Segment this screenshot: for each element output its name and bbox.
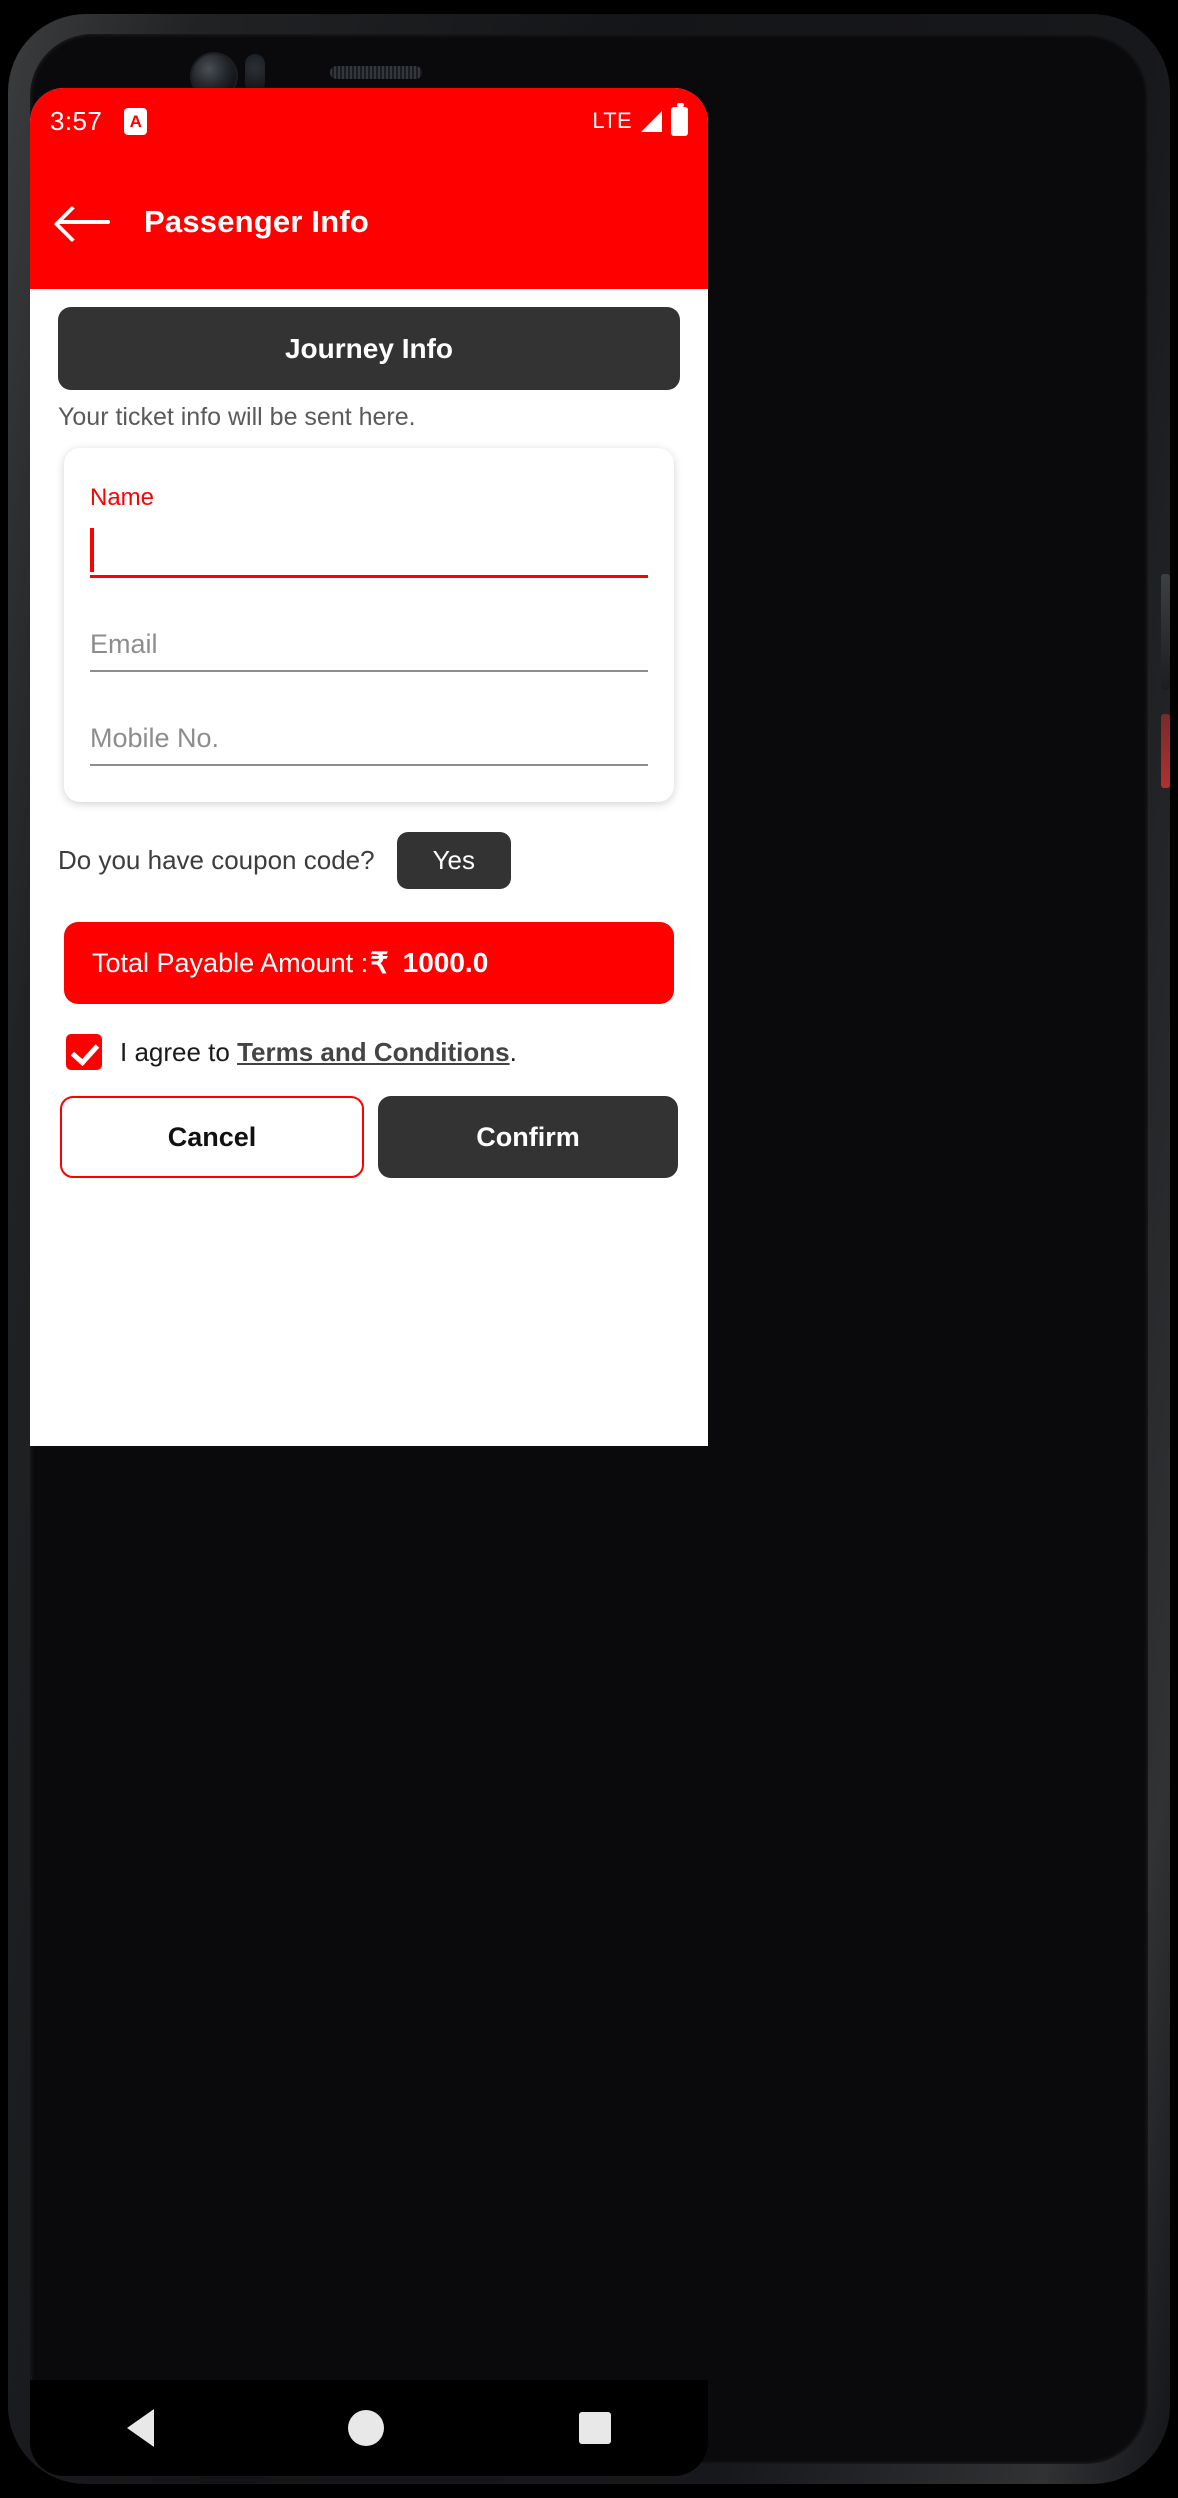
name-input[interactable] bbox=[90, 526, 648, 578]
total-amount: 1000.0 bbox=[402, 947, 489, 978]
confirm-button[interactable]: Confirm bbox=[378, 1096, 678, 1178]
total-label: Total Payable Amount : bbox=[92, 947, 369, 978]
journey-info-button[interactable]: Journey Info bbox=[58, 307, 680, 390]
text-cursor bbox=[90, 528, 94, 572]
terms-checkbox[interactable] bbox=[66, 1034, 102, 1070]
coupon-yes-button[interactable]: Yes bbox=[396, 832, 511, 889]
mobile-placeholder: Mobile No. bbox=[90, 723, 220, 753]
nav-recent-icon[interactable] bbox=[578, 2412, 611, 2444]
total-payable-bar: Total Payable Amount : ₹ 1000.0 bbox=[64, 922, 674, 1004]
power-button[interactable] bbox=[1161, 714, 1170, 788]
nav-back-icon[interactable] bbox=[127, 2409, 155, 2447]
status-time: 3:57 bbox=[50, 105, 103, 136]
back-arrow-icon[interactable] bbox=[58, 205, 110, 239]
terms-link[interactable]: Terms and Conditions bbox=[237, 1037, 510, 1067]
status-bar: 3:57 A LTE bbox=[30, 88, 708, 154]
app-screen: 3:57 A LTE Passenger Info Journey Info Y… bbox=[30, 88, 708, 1446]
screenshot-stage: 3:57 A LTE Passenger Info Journey Info Y… bbox=[0, 0, 1178, 2498]
email-field-group[interactable]: Email bbox=[90, 606, 648, 672]
terms-text: I agree to Terms and Conditions. bbox=[120, 1037, 517, 1068]
mobile-field-group[interactable]: Mobile No. bbox=[90, 700, 648, 766]
cancel-button[interactable]: Cancel bbox=[60, 1096, 364, 1178]
email-placeholder: Email bbox=[90, 629, 158, 659]
passenger-form-card: Name Email Mobile No. bbox=[64, 448, 674, 802]
android-nav-bar bbox=[30, 2380, 708, 2476]
battery-icon bbox=[671, 102, 688, 136]
volume-button[interactable] bbox=[1161, 574, 1170, 690]
nav-home-icon[interactable] bbox=[348, 2410, 385, 2446]
coupon-question: Do you have coupon code? bbox=[58, 845, 375, 875]
earpiece-speaker bbox=[330, 66, 422, 79]
coupon-row: Do you have coupon code? Yes bbox=[58, 832, 708, 889]
terms-prefix: I agree to bbox=[120, 1036, 238, 1067]
name-field-label: Name bbox=[90, 484, 155, 511]
form-subtitle: Your ticket info will be sent here. bbox=[58, 403, 416, 431]
rupee-icon: ₹ bbox=[370, 947, 389, 980]
action-buttons-row: Cancel Confirm bbox=[60, 1096, 678, 1178]
signal-triangle-icon bbox=[641, 110, 662, 132]
status-indicators: LTE bbox=[592, 102, 688, 136]
email-input[interactable]: Email bbox=[90, 616, 648, 672]
mobile-input[interactable]: Mobile No. bbox=[90, 710, 648, 766]
app-notification-icon: A bbox=[124, 107, 148, 135]
terms-suffix: . bbox=[509, 1036, 517, 1067]
name-field-group[interactable]: Name bbox=[90, 474, 648, 578]
app-bar: Passenger Info bbox=[30, 154, 708, 289]
page-title: Passenger Info bbox=[144, 203, 370, 239]
terms-row: I agree to Terms and Conditions. bbox=[66, 1034, 708, 1070]
network-type-label: LTE bbox=[592, 108, 632, 133]
